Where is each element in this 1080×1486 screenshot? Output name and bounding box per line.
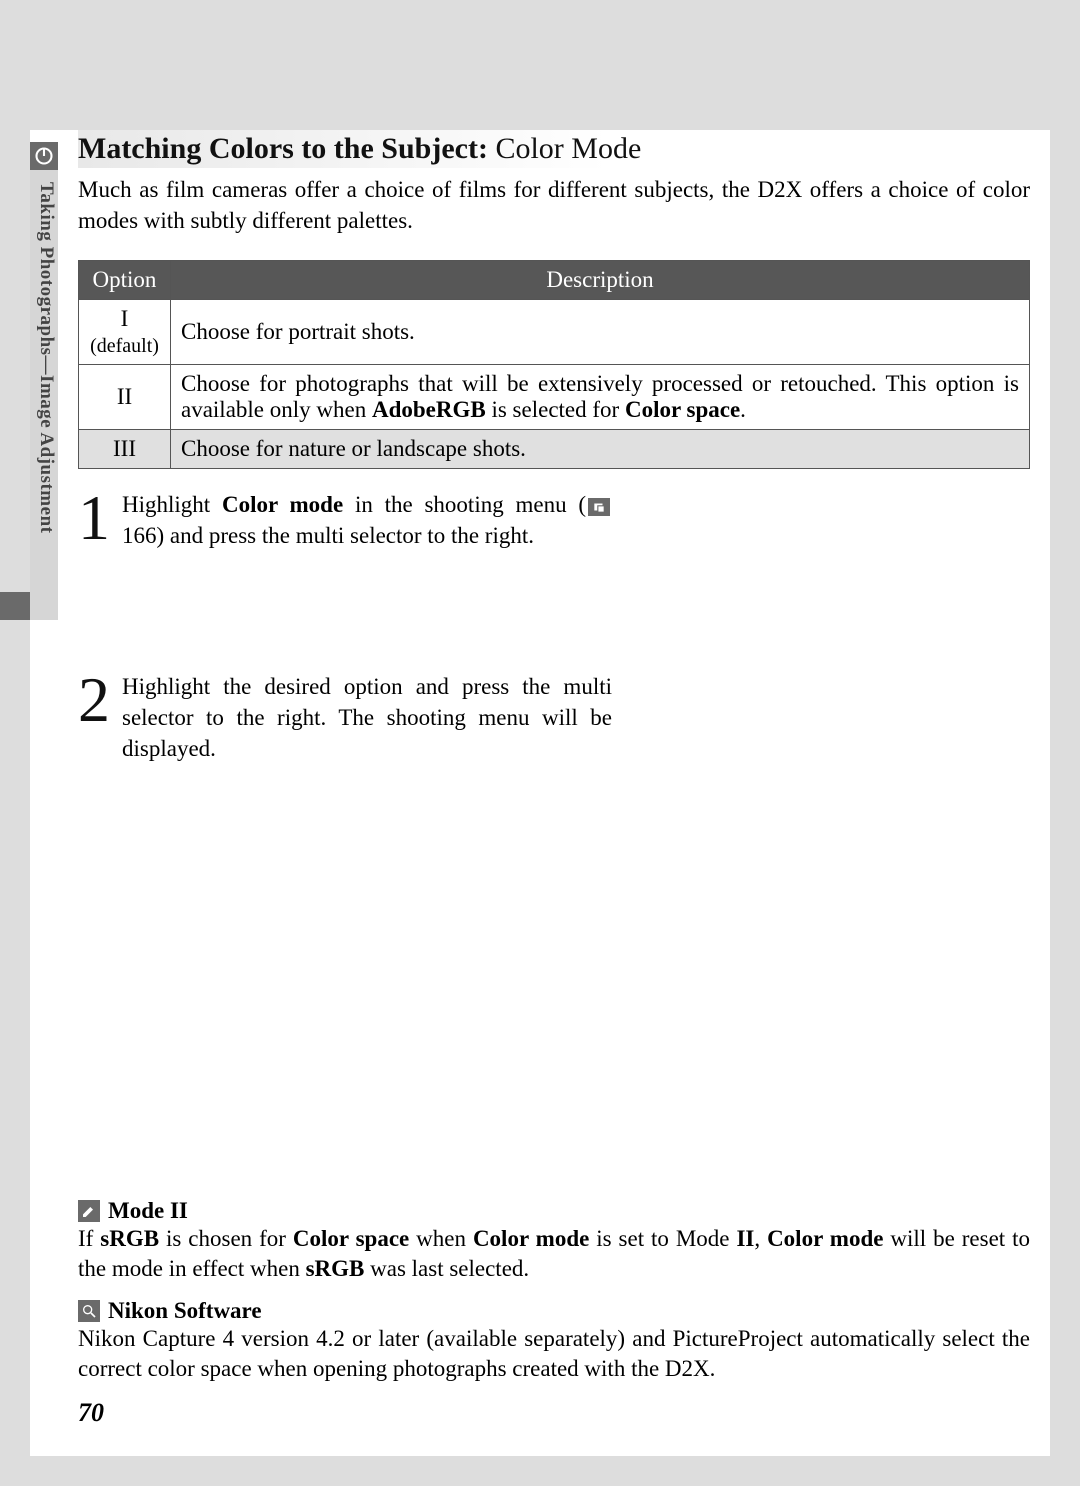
- option-value: I: [121, 306, 129, 331]
- page-heading: Matching Colors to the Subject: Color Mo…: [78, 132, 641, 165]
- note-bold: II: [736, 1226, 754, 1251]
- table-header-row: Option Description: [79, 261, 1030, 300]
- desc-bold: Color space: [625, 397, 740, 422]
- step-part: in the shooting menu (: [343, 492, 586, 517]
- heading-bold: Matching Colors to the Subject:: [78, 132, 488, 165]
- side-tab: Taking Photographs—Image Adjustment: [30, 142, 58, 620]
- desc-bold: AdobeRGB: [372, 397, 486, 422]
- note-head: Nikon Software: [78, 1298, 1030, 1324]
- step-2: 2 Highlight the desired option and press…: [78, 671, 1030, 764]
- camera-mode-icon: [30, 142, 58, 170]
- table-row: III Choose for nature or landscape shots…: [79, 430, 1030, 469]
- description-cell: Choose for nature or landscape shots.: [171, 430, 1030, 469]
- page: Taking Photographs—Image Adjustment Matc…: [30, 130, 1050, 1456]
- page-number: 70: [78, 1398, 1030, 1428]
- margin-tab: [0, 592, 30, 620]
- note-bold: sRGB: [306, 1256, 365, 1281]
- note-part: when: [409, 1226, 473, 1251]
- option-cell: III: [79, 430, 171, 469]
- step-number: 2: [78, 671, 110, 729]
- note-title: Mode II: [108, 1198, 188, 1224]
- note-part: If: [78, 1226, 100, 1251]
- note-body: If sRGB is chosen for Color space when C…: [78, 1224, 1030, 1284]
- step-bold: Color mode: [222, 492, 343, 517]
- note-bold: Color mode: [767, 1226, 883, 1251]
- options-table: Option Description I (default) Choose fo…: [78, 260, 1030, 469]
- step-number: 1: [78, 489, 110, 547]
- desc-part: .: [740, 397, 746, 422]
- note-bold: Color mode: [473, 1226, 589, 1251]
- intro-text: Much as film cameras offer a choice of f…: [78, 174, 1030, 236]
- description-cell: Choose for portrait shots.: [171, 300, 1030, 365]
- note-title: Nikon Software: [108, 1298, 262, 1324]
- step-1: 1 Highlight Color mode in the shooting m…: [78, 489, 1030, 551]
- note-bold: sRGB: [100, 1226, 159, 1251]
- note-mode-ii: Mode II If sRGB is chosen for Color spac…: [78, 1198, 1030, 1284]
- note-part: was last selected.: [364, 1256, 529, 1281]
- step-body: Highlight the desired option and press t…: [122, 671, 612, 764]
- step-part: Highlight: [122, 492, 222, 517]
- note-part: is chosen for: [159, 1226, 293, 1251]
- content: Matching Colors to the Subject: Color Mo…: [30, 130, 1050, 764]
- heading-rest: Color Mode: [488, 132, 641, 165]
- reference-icon: [588, 498, 610, 516]
- table-row: II Choose for photographs that will be e…: [79, 365, 1030, 430]
- option-sub: (default): [90, 335, 159, 357]
- pencil-icon: [78, 1200, 100, 1222]
- col-header-option: Option: [79, 261, 171, 300]
- note-part: ,: [754, 1226, 767, 1251]
- magnifier-icon: [78, 1300, 100, 1322]
- col-header-description: Description: [171, 261, 1030, 300]
- note-nikon-software: Nikon Software Nikon Capture 4 version 4…: [78, 1298, 1030, 1384]
- description-cell: Choose for photographs that will be exte…: [171, 365, 1030, 430]
- step-body: Highlight Color mode in the shooting men…: [122, 489, 612, 551]
- note-head: Mode II: [78, 1198, 1030, 1224]
- note-part: is set to Mode: [589, 1226, 736, 1251]
- desc-part: is selected for: [486, 397, 625, 422]
- heading-row: Matching Colors to the Subject: Color Mo…: [78, 130, 701, 168]
- side-tab-label: Taking Photographs—Image Adjustment: [35, 182, 57, 533]
- note-body: Nikon Capture 4 version 4.2 or later (av…: [78, 1324, 1030, 1384]
- note-bold: Color space: [293, 1226, 409, 1251]
- option-cell: I (default): [79, 300, 171, 365]
- option-cell: II: [79, 365, 171, 430]
- step-part: 166) and press the multi selector to the…: [122, 523, 534, 548]
- table-row: I (default) Choose for portrait shots.: [79, 300, 1030, 365]
- footer-notes: Mode II If sRGB is chosen for Color spac…: [78, 1198, 1030, 1428]
